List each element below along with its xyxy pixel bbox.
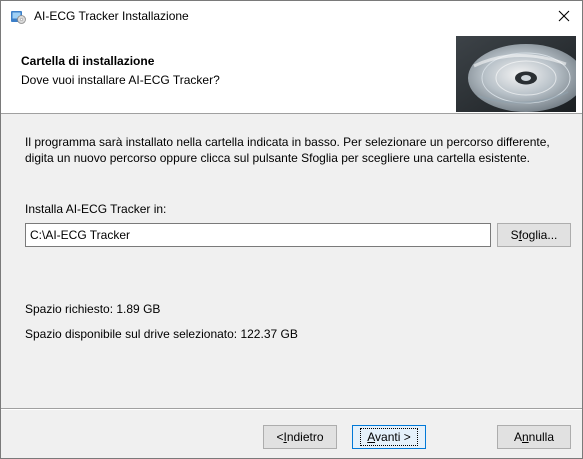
cancel-button[interactable]: An nulla (497, 425, 571, 449)
back-label-post: ndietro (286, 430, 324, 444)
space-available-text: Spazio disponibile sul drive selezionato… (25, 327, 298, 341)
back-button[interactable]: < Indietro (263, 425, 337, 449)
title-bar: AI-ECG Tracker Installazione (1, 1, 582, 31)
installer-icon (10, 8, 26, 24)
next-button[interactable]: Avanti > (352, 425, 426, 449)
footer-divider-highlight (1, 409, 582, 410)
browse-label-pre: S (510, 228, 519, 242)
back-label-pre: < (276, 430, 284, 444)
install-path-label: Installa AI-ECG Tracker in: (25, 202, 167, 216)
cancel-label-post: nulla (528, 430, 555, 444)
page-title: Cartella di installazione (21, 54, 155, 68)
cd-disc-image (456, 36, 583, 112)
description-text: Il programma sarà installato nella carte… (25, 134, 565, 166)
installer-window: AI-ECG Tracker Installazione Cartella di… (0, 0, 583, 459)
page-subtitle: Dove vuoi installare AI-ECG Tracker? (21, 73, 220, 87)
install-path-input[interactable] (25, 223, 491, 247)
close-button[interactable] (546, 1, 582, 31)
cancel-accel-key: n (521, 430, 529, 444)
description-line: digita un nuovo percorso oppure clicca s… (25, 151, 530, 165)
cancel-label-pre: A (513, 430, 522, 444)
next-focus-rect: Avanti > (360, 428, 418, 446)
window-title: AI-ECG Tracker Installazione (34, 9, 189, 23)
space-required-text: Spazio richiesto: 1.89 GB (25, 302, 161, 316)
browse-label-post: oglia... (522, 228, 558, 242)
description-line: Il programma sarà installato nella carte… (25, 135, 550, 149)
next-accel-key: A (367, 430, 376, 444)
close-icon (558, 10, 570, 22)
browse-button[interactable]: Sf oglia... (497, 223, 571, 247)
wizard-header: Cartella di installazione Dove vuoi inst… (1, 31, 583, 114)
next-label-post: vanti > (375, 430, 411, 444)
